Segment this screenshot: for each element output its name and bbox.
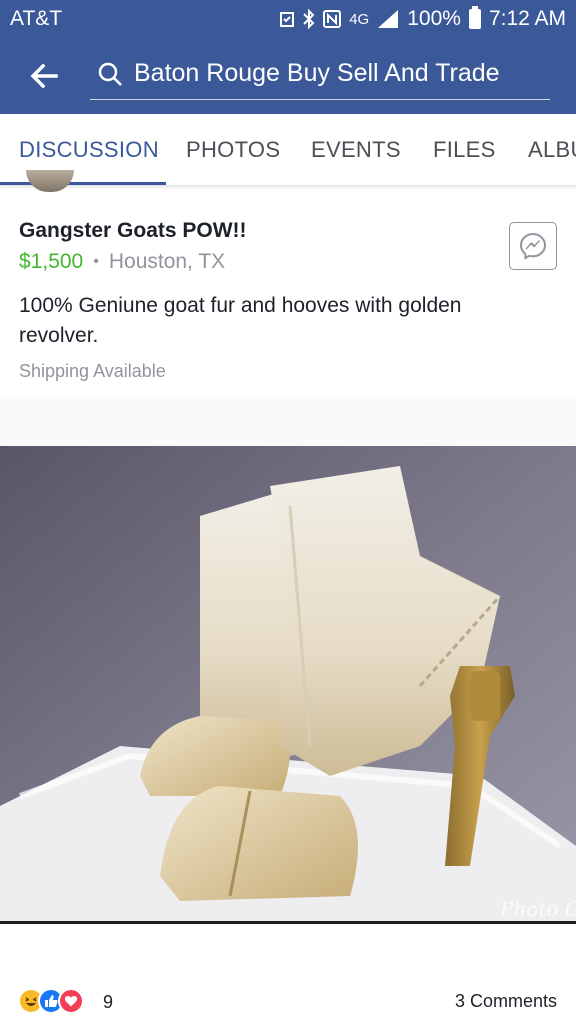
signal-icon xyxy=(377,9,399,29)
search-icon xyxy=(90,54,130,94)
bluetooth-icon xyxy=(303,9,315,29)
shipping-label: Shipping Available xyxy=(19,361,166,381)
messenger-icon xyxy=(519,232,547,260)
nfc-icon xyxy=(323,10,342,28)
meta-separator: • xyxy=(93,253,99,270)
listing-description: 100% Geniune goat fur and hooves with go… xyxy=(19,294,462,347)
search-query: Baton Rouge Buy Sell And Trade xyxy=(134,59,500,87)
avatar[interactable] xyxy=(26,170,74,192)
status-icons: 4G 100% 7:12 AM xyxy=(279,6,566,31)
photo-bottom-border xyxy=(0,921,576,924)
tab-albums[interactable]: ALBU xyxy=(528,114,576,185)
alarm-icon xyxy=(279,10,295,28)
lte-icon: 4G xyxy=(349,10,370,28)
listing-price: $1,500 xyxy=(19,250,84,273)
group-tabs: DISCUSSION PHOTOS EVENTS FILES ALBU xyxy=(0,114,576,186)
carrier-label: AT&T xyxy=(10,7,63,30)
search-input[interactable]: Baton Rouge Buy Sell And Trade xyxy=(90,48,550,100)
front-hoof xyxy=(160,786,358,901)
listing-location: Houston, TX xyxy=(108,250,226,273)
clock: 7:12 AM xyxy=(488,7,566,30)
comments-link[interactable]: 3 Comments xyxy=(455,991,557,1012)
listing-title: Gangster Goats POW!! xyxy=(19,219,247,242)
reaction-icons[interactable] xyxy=(18,988,84,1014)
message-seller-button[interactable] xyxy=(509,222,557,270)
listing-meta: $1,500 • Houston, TX xyxy=(19,250,225,274)
photo-top-margin xyxy=(0,396,576,446)
love-icon xyxy=(58,988,84,1014)
back-button[interactable] xyxy=(0,38,88,114)
listing-photo[interactable]: Photo Grid xyxy=(0,446,576,924)
status-bar: AT&T 4G 100% 7:12 AM xyxy=(0,0,576,38)
battery-level: 100% xyxy=(407,7,461,30)
reactions-bar: 9 3 Comments xyxy=(0,970,576,1024)
watermark: Photo Grid xyxy=(499,897,576,921)
tab-events[interactable]: EVENTS xyxy=(311,114,401,185)
reaction-count: 9 xyxy=(103,992,114,1012)
active-tab-indicator xyxy=(0,182,166,185)
tab-files[interactable]: FILES xyxy=(433,114,496,185)
battery-icon xyxy=(468,6,481,29)
tab-photos[interactable]: PHOTOS xyxy=(186,114,280,185)
back-arrow-icon xyxy=(30,64,58,88)
top-app-bar: Baton Rouge Buy Sell And Trade xyxy=(0,38,576,114)
